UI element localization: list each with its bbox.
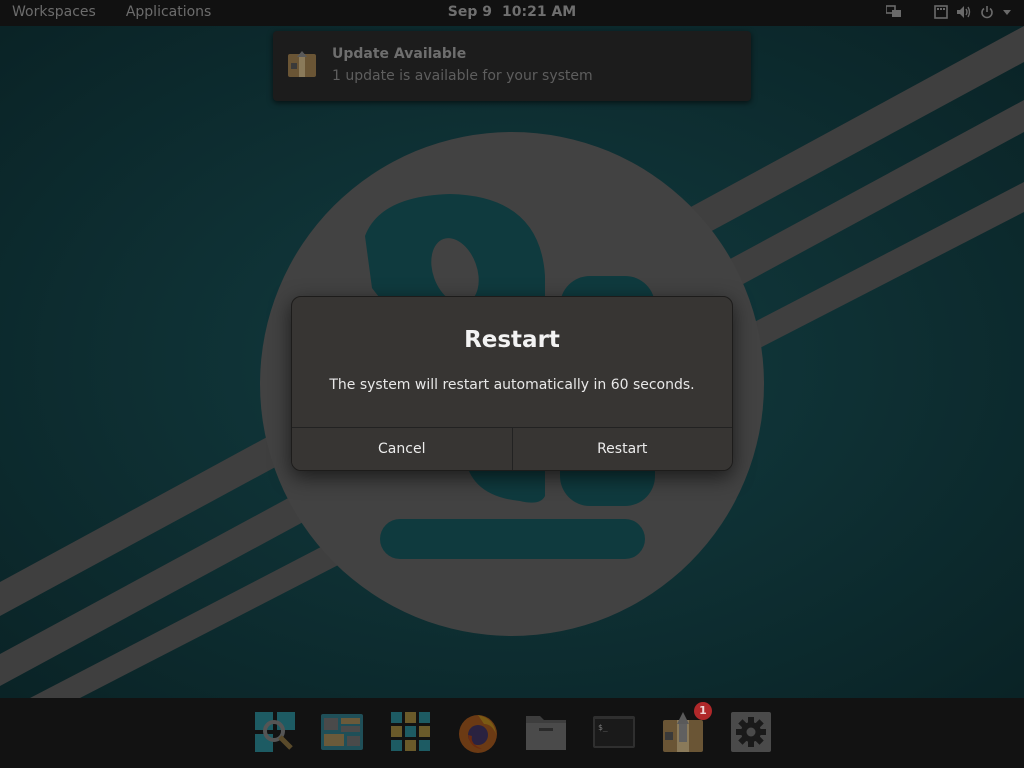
package-update-icon xyxy=(287,51,317,83)
keyboard-icon[interactable] xyxy=(934,5,948,19)
search-icon[interactable] xyxy=(253,710,297,754)
network-icon[interactable] xyxy=(886,5,902,19)
notification-body: 1 update is available for your system xyxy=(332,68,593,84)
restart-button[interactable]: Restart xyxy=(511,428,732,470)
dock: $_ 1 xyxy=(0,698,1024,768)
volume-icon[interactable] xyxy=(956,5,972,19)
clock-button[interactable]: Sep 9 10:21 AM xyxy=(0,4,1024,20)
dialog-message: The system will restart automatically in… xyxy=(329,377,695,393)
files-icon[interactable] xyxy=(524,710,568,754)
workspaces-icon[interactable] xyxy=(320,710,364,754)
power-icon[interactable] xyxy=(980,5,994,19)
update-notification[interactable]: Update Available 1 update is available f… xyxy=(273,31,751,101)
update-count-badge: 1 xyxy=(694,702,712,720)
settings-icon[interactable] xyxy=(729,710,773,754)
terminal-icon[interactable]: $_ xyxy=(592,710,636,754)
svg-text:$_: $_ xyxy=(598,723,608,732)
notification-title: Update Available xyxy=(332,46,467,62)
clock-time: 10:21 AM xyxy=(502,4,577,20)
app-grid-icon[interactable] xyxy=(389,710,433,754)
top-panel: Workspaces Applications Sep 9 10:21 AM xyxy=(0,0,1024,26)
dialog-button-row: Cancel Restart xyxy=(292,427,732,470)
restart-dialog: Restart The system will restart automati… xyxy=(291,296,733,471)
clock-date: Sep 9 xyxy=(447,4,492,20)
pop-shop-icon[interactable]: 1 xyxy=(661,702,712,754)
chevron-down-icon[interactable] xyxy=(1002,5,1012,19)
cancel-button[interactable]: Cancel xyxy=(292,428,512,470)
dialog-title: Restart xyxy=(464,327,560,353)
firefox-icon[interactable] xyxy=(456,710,500,754)
